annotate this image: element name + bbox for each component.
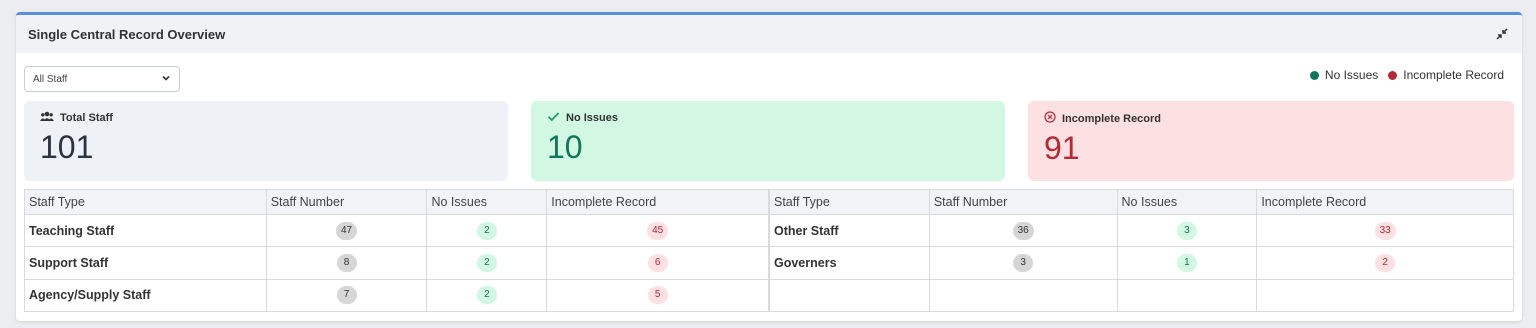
- table-row: Agency/Supply Staff 7 2 5: [24, 278, 769, 313]
- no-issues-badge: 1: [1176, 253, 1197, 272]
- staff-type-cell: Teaching Staff: [24, 213, 267, 248]
- check-icon: [547, 111, 560, 125]
- no-issues-cell: 2: [426, 213, 548, 248]
- panel-header: Single Central Record Overview: [16, 15, 1522, 53]
- no-issues-cell: 2: [426, 278, 548, 313]
- no-issues-label: No Issues: [566, 112, 618, 124]
- table-row-empty: [769, 278, 1514, 313]
- empty-cell: [769, 278, 930, 313]
- column-header: Staff Number: [265, 189, 428, 215]
- empty-cell: [1256, 278, 1514, 313]
- table-row: Governers 3 1 2: [769, 246, 1514, 280]
- incomplete-cell: 6: [546, 246, 769, 280]
- no-issues-cell: 2: [426, 246, 548, 280]
- staff-number-badge: 47: [336, 221, 358, 240]
- no-issues-badge: 3: [1176, 221, 1197, 240]
- staff-table-left: Staff Type Staff Number No Issues Incomp…: [24, 189, 769, 313]
- no-issues-cell: 1: [1116, 246, 1258, 280]
- staff-number-cell: 36: [928, 213, 1118, 248]
- legend: No Issues Incomplete Record: [1309, 68, 1504, 82]
- staff-filter-select[interactable]: All Staff: [24, 66, 180, 92]
- incomplete-label: Incomplete Record: [1062, 112, 1162, 125]
- staff-type-cell: Agency/Supply Staff: [24, 278, 267, 313]
- x-circle-icon: [1044, 111, 1056, 126]
- column-header: Staff Type: [24, 189, 267, 215]
- empty-cell: [928, 278, 1118, 313]
- stats-row: Total Staff 101 No Issues 10 Incomplete …: [24, 101, 1514, 181]
- staff-type-cell: Governers: [769, 246, 930, 280]
- staff-number-cell: 8: [265, 246, 428, 280]
- staff-number-cell: 47: [265, 213, 428, 248]
- legend-label: Incomplete Record: [1403, 68, 1504, 82]
- legend-item-no-issues: No Issues: [1309, 68, 1379, 82]
- legend-dot-green: [1309, 70, 1319, 80]
- no-issues-cell: 3: [1116, 213, 1258, 248]
- no-issues-value: 10: [547, 129, 583, 165]
- staff-number-badge: 8: [336, 253, 357, 272]
- legend-item-incomplete: Incomplete Record: [1388, 68, 1504, 82]
- incomplete-badge: 45: [647, 221, 669, 240]
- staff-type-cell: Support Staff: [24, 246, 267, 280]
- users-icon: [40, 111, 54, 125]
- total-staff-value: 101: [40, 129, 94, 165]
- column-header: Staff Number: [928, 189, 1118, 215]
- incomplete-record-card: Incomplete Record 91: [1028, 101, 1514, 181]
- total-staff-label: Total Staff: [60, 112, 113, 124]
- chevron-down-icon: [161, 73, 171, 86]
- no-issues-card: No Issues 10: [531, 101, 1005, 181]
- staff-table-right: Staff Type Staff Number No Issues Incomp…: [769, 189, 1514, 313]
- no-issues-badge: 2: [476, 221, 497, 240]
- incomplete-label-row: Incomplete Record: [1044, 111, 1498, 126]
- incomplete-cell: 45: [546, 213, 769, 248]
- table-header-row: Staff Type Staff Number No Issues Incomp…: [24, 189, 769, 215]
- column-header: Incomplete Record: [1256, 189, 1514, 215]
- table-header-row: Staff Type Staff Number No Issues Incomp…: [769, 189, 1514, 215]
- staff-filter-value: All Staff: [33, 73, 68, 85]
- compress-icon[interactable]: [1494, 26, 1510, 42]
- no-issues-badge: 2: [476, 286, 497, 305]
- staff-tables: Staff Type Staff Number No Issues Incomp…: [24, 189, 1514, 313]
- staff-number-cell: 3: [928, 246, 1118, 280]
- incomplete-badge: 6: [647, 253, 668, 272]
- column-header: Staff Type: [769, 189, 930, 215]
- column-header: Incomplete Record: [546, 189, 769, 215]
- overview-panel: Single Central Record Overview All Staff…: [16, 12, 1522, 321]
- column-header: No Issues: [426, 189, 548, 215]
- incomplete-value: 91: [1044, 130, 1080, 166]
- no-issues-badge: 2: [476, 253, 497, 272]
- incomplete-badge: 2: [1375, 253, 1396, 272]
- table-row: Support Staff 8 2 6: [24, 246, 769, 280]
- incomplete-cell: 5: [546, 278, 769, 313]
- no-issues-label-row: No Issues: [547, 111, 989, 125]
- table-row: Other Staff 36 3 33: [769, 213, 1514, 248]
- staff-number-badge: 7: [336, 286, 357, 305]
- total-staff-label-row: Total Staff: [40, 111, 492, 125]
- incomplete-cell: 33: [1256, 213, 1514, 248]
- total-staff-card: Total Staff 101: [24, 101, 508, 181]
- incomplete-badge: 33: [1374, 221, 1396, 240]
- incomplete-cell: 2: [1256, 246, 1514, 280]
- legend-dot-red: [1388, 70, 1398, 80]
- empty-cell: [1116, 278, 1258, 313]
- panel-title: Single Central Record Overview: [28, 26, 226, 42]
- staff-number-badge: 3: [1013, 253, 1034, 272]
- column-header: No Issues: [1116, 189, 1258, 215]
- table-row: Teaching Staff 47 2 45: [24, 213, 769, 248]
- staff-type-cell: Other Staff: [769, 213, 930, 248]
- incomplete-badge: 5: [647, 286, 668, 305]
- legend-label: No Issues: [1324, 68, 1379, 82]
- staff-number-badge: 36: [1012, 221, 1034, 240]
- staff-number-cell: 7: [265, 278, 428, 313]
- controls-row: All Staff No Issues Incomplete Record: [24, 66, 1514, 92]
